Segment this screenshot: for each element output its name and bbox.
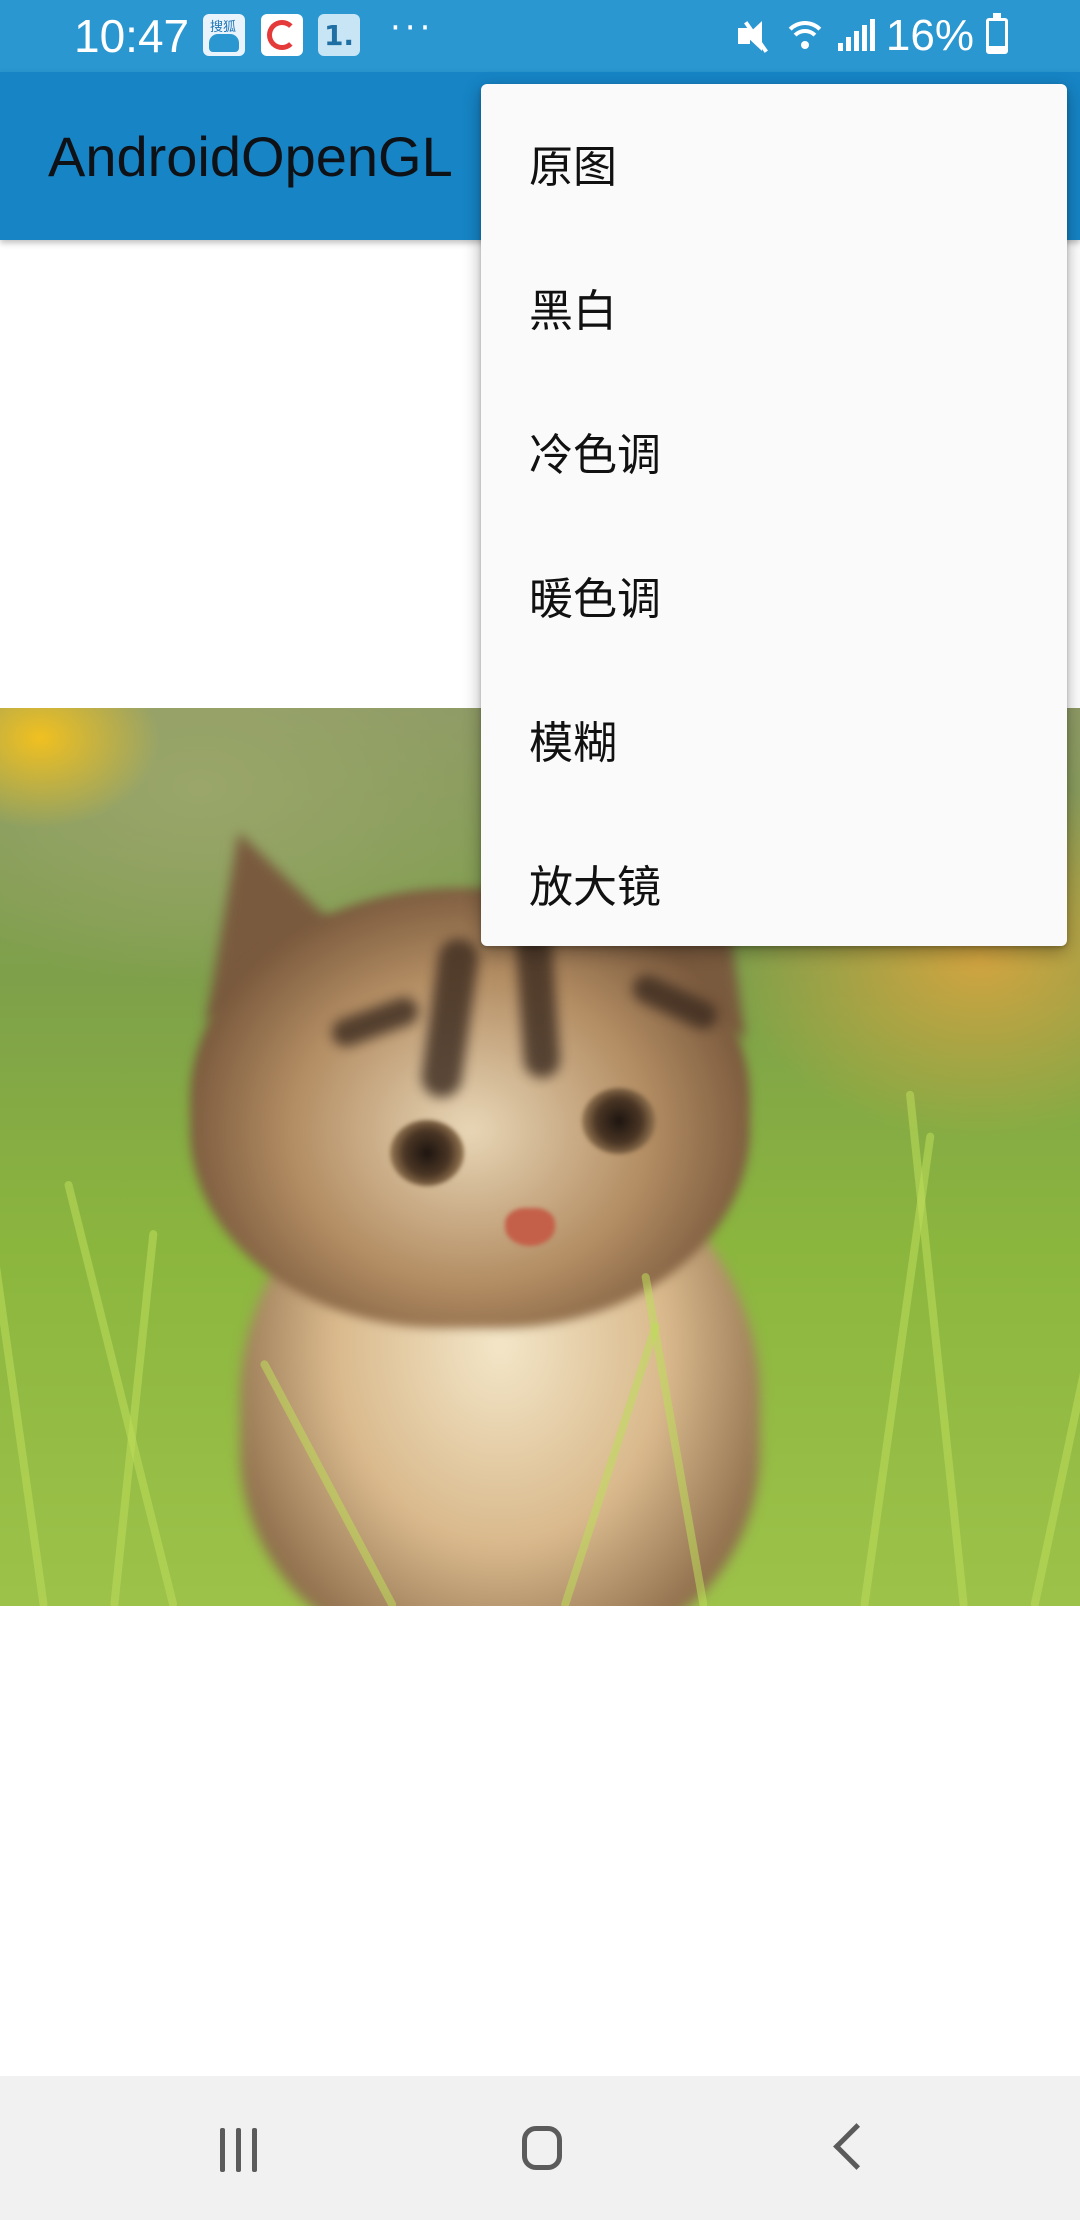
- app-title: AndroidOpenGL: [48, 125, 453, 188]
- home-button[interactable]: [450, 2076, 630, 2220]
- kitten-nose: [505, 1208, 555, 1246]
- sohu-notification-icon: [203, 14, 245, 56]
- kitten-eye-right: [582, 1088, 656, 1154]
- home-icon: [522, 2126, 562, 2170]
- battery-percentage: 16%: [885, 11, 974, 60]
- menu-item-blur[interactable]: 模糊: [481, 672, 1067, 816]
- cellular-signal-icon: [836, 17, 875, 55]
- one-notification-icon: 1.: [318, 14, 360, 56]
- wifi-icon: [781, 17, 828, 55]
- navigation-bar: [0, 2076, 1080, 2220]
- status-bar: 10:47 1. ··· 16%: [0, 0, 1080, 72]
- menu-item-magnifier[interactable]: 放大镜: [481, 816, 1067, 960]
- status-icons: 16%: [736, 8, 1008, 64]
- menu-item-cool-tone[interactable]: 冷色调: [481, 384, 1067, 528]
- back-button[interactable]: [760, 2076, 940, 2220]
- mute-icon: [736, 17, 774, 55]
- battery-charging-icon: [986, 13, 1008, 54]
- menu-item-grayscale[interactable]: 黑白: [481, 240, 1067, 384]
- grass-blade: [0, 1132, 48, 1606]
- grass-blade: [1030, 1176, 1080, 1606]
- more-notifications-icon: ···: [390, 8, 435, 48]
- grass-blade: [110, 1229, 158, 1606]
- recents-button[interactable]: [152, 2076, 332, 2220]
- back-icon: [833, 2123, 880, 2170]
- overflow-menu: 原图 黑白 冷色调 暖色调 模糊 放大镜: [481, 84, 1067, 946]
- status-time: 10:47: [74, 10, 190, 62]
- menu-item-original[interactable]: 原图: [481, 96, 1067, 240]
- kitten-eye-left: [390, 1120, 464, 1186]
- ifeng-notification-icon: [261, 14, 303, 56]
- menu-item-warm-tone[interactable]: 暖色调: [481, 528, 1067, 672]
- grass-blade: [905, 1090, 968, 1606]
